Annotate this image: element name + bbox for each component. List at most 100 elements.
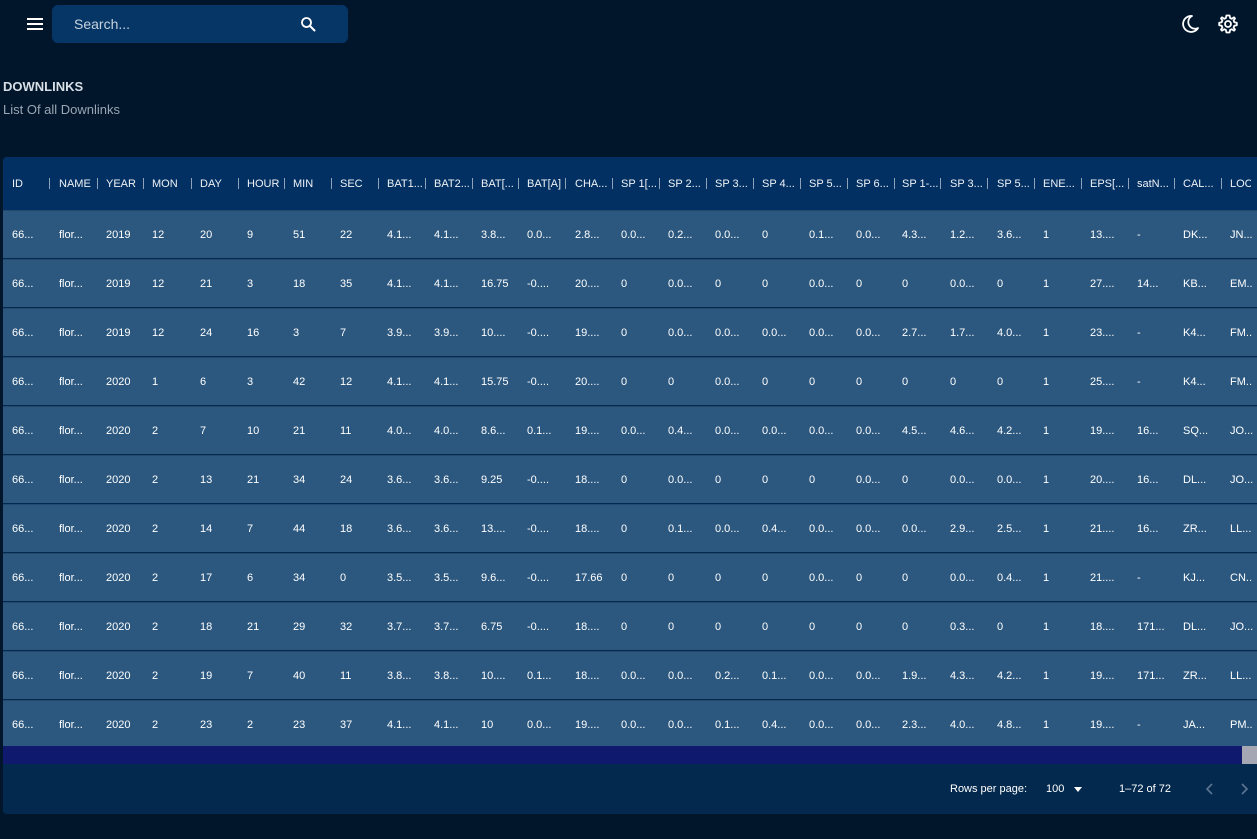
column-header[interactable]: YEAR xyxy=(106,157,146,210)
table-row[interactable]: 66... flor... 2019 12 21 3 18 35 4.1... 4.1... 16.… xyxy=(3,259,1257,307)
scrollbar-thumb[interactable] xyxy=(1242,746,1257,764)
table-cell: 4.1... xyxy=(434,718,459,731)
table-cell: 0 xyxy=(997,277,1004,290)
column-resize-handle[interactable] xyxy=(659,178,660,189)
column-resize-handle[interactable] xyxy=(472,178,473,189)
table-cell: 0.4... xyxy=(997,571,1022,584)
chevron-right-icon[interactable] xyxy=(1236,781,1252,797)
column-resize-handle[interactable] xyxy=(1081,178,1082,189)
column-header[interactable]: NAME xyxy=(59,157,100,210)
column-resize-handle[interactable] xyxy=(1221,178,1222,189)
table-header: ID NAME YEAR MON DAY HOUR MIN SEC BAT1... BAT2...… xyxy=(3,157,1257,210)
column-resize-handle[interactable] xyxy=(987,178,988,189)
table-row[interactable]: 66... flor... 2020 2 19 7 40 11 3.8... 3.8... 10..… xyxy=(3,651,1257,699)
table-cell: 11 xyxy=(340,669,352,682)
table-cell: 21.... xyxy=(1090,522,1115,535)
column-resize-handle[interactable] xyxy=(1174,178,1175,189)
column-header[interactable]: BAT[... xyxy=(481,157,521,210)
column-resize-handle[interactable] xyxy=(894,178,895,189)
table-cell: FM... xyxy=(1230,375,1253,388)
table-cell: 9.6... xyxy=(481,571,506,584)
chevron-left-icon[interactable] xyxy=(1202,781,1218,797)
table-row[interactable]: 66... flor... 2020 2 23 2 23 37 4.1... 4.1... 10 0.… xyxy=(3,700,1257,748)
table-cell: 0.2... xyxy=(715,669,740,682)
table-cell: 4.0... xyxy=(387,424,412,437)
table-cell: -0.... xyxy=(527,375,550,388)
search-icon[interactable] xyxy=(300,16,316,32)
column-resize-handle[interactable] xyxy=(565,178,566,189)
column-header[interactable]: BAT2... xyxy=(434,157,475,210)
table-row[interactable]: 66... flor... 2020 2 7 10 21 11 4.0... 4.0... 8.6.… xyxy=(3,406,1257,454)
table-cell: 21.... xyxy=(1090,571,1115,584)
column-resize-handle[interactable] xyxy=(706,178,707,189)
column-resize-handle[interactable] xyxy=(331,178,332,189)
column-header[interactable]: BAT1... xyxy=(387,157,428,210)
table-cell: 19.... xyxy=(575,718,600,731)
column-resize-handle[interactable] xyxy=(425,178,426,189)
table-cell: 0 xyxy=(621,571,628,584)
rows-per-page-select[interactable]: 100 xyxy=(1046,764,1083,814)
column-header[interactable]: DAY xyxy=(200,157,241,210)
table-cell: 20.... xyxy=(1090,473,1115,486)
column-resize-handle[interactable] xyxy=(800,178,801,189)
column-header[interactable]: ID xyxy=(12,157,53,210)
column-header[interactable]: SP 5... xyxy=(809,157,850,210)
menu-icon[interactable] xyxy=(24,13,46,35)
column-header[interactable]: BAT[A] xyxy=(527,157,569,210)
column-resize-handle[interactable] xyxy=(612,178,613,189)
column-header[interactable]: SP 3... xyxy=(950,157,991,210)
table-row[interactable]: 66... flor... 2020 2 18 21 29 32 3.7... 3.7... 6.7… xyxy=(3,602,1257,650)
table-cell: 0.0... xyxy=(668,277,693,290)
column-header[interactable]: HOUR xyxy=(247,157,287,210)
table-cell: 0.0... xyxy=(950,277,975,290)
column-header[interactable]: SP 2... xyxy=(668,157,709,210)
dark-mode-moon-icon[interactable] xyxy=(1179,13,1201,35)
column-resize-handle[interactable] xyxy=(191,178,192,189)
column-header[interactable]: CHA... xyxy=(575,157,615,210)
column-header[interactable]: ENE... xyxy=(1043,157,1084,210)
column-header[interactable]: EPS[... xyxy=(1090,157,1131,210)
column-header[interactable]: SP 1-... xyxy=(902,157,944,210)
column-header[interactable]: MON xyxy=(152,157,194,210)
gear-icon[interactable] xyxy=(1217,13,1239,35)
table-cell: - xyxy=(1137,326,1141,339)
table-row[interactable]: 66... flor... 2020 2 17 6 34 0 3.5... 3.5... 9.6..… xyxy=(3,553,1257,601)
table-cell: 0.0... xyxy=(762,326,787,339)
column-header[interactable]: SP 1[... xyxy=(621,157,662,210)
column-header[interactable]: MIN xyxy=(293,157,334,210)
column-resize-handle[interactable] xyxy=(847,178,848,189)
horizontal-scrollbar[interactable] xyxy=(3,746,1257,764)
column-header[interactable]: SP 4... xyxy=(762,157,803,210)
column-header[interactable]: SP 3... xyxy=(715,157,756,210)
column-resize-handle[interactable] xyxy=(940,178,941,189)
column-resize-handle[interactable] xyxy=(284,178,285,189)
column-header[interactable]: SP 6... xyxy=(856,157,896,210)
table-cell: PM... xyxy=(1230,718,1253,731)
table-row[interactable]: 66... flor... 2020 2 14 7 44 18 3.6... 3.6... 13..… xyxy=(3,504,1257,552)
table-cell: 0.4... xyxy=(762,522,787,535)
table-row[interactable]: 66... flor... 2020 1 6 3 42 12 4.1... 4.1... 15.75… xyxy=(3,357,1257,405)
table-cell: 7 xyxy=(200,424,207,437)
column-header[interactable]: satN... xyxy=(1137,157,1177,210)
column-resize-handle[interactable] xyxy=(97,178,98,189)
column-resize-handle[interactable] xyxy=(753,178,754,189)
column-resize-handle[interactable] xyxy=(518,178,519,189)
table-row[interactable]: 66... flor... 2019 12 20 9 51 22 4.1... 4.1... 3.8… xyxy=(3,210,1257,258)
table-cell: 0 xyxy=(902,571,909,584)
column-resize-handle[interactable] xyxy=(49,178,50,189)
table-row[interactable]: 66... flor... 2019 12 24 16 3 7 3.9... 3.9... 10..… xyxy=(3,308,1257,356)
table-cell: 9.25 xyxy=(481,473,503,486)
table-cell: KB... xyxy=(1183,277,1207,290)
column-resize-handle[interactable] xyxy=(378,178,379,189)
column-resize-handle[interactable] xyxy=(1128,178,1129,189)
column-resize-handle[interactable] xyxy=(1034,178,1035,189)
table-cell: 66... xyxy=(12,424,34,437)
table-row[interactable]: 66... flor... 2020 2 13 21 34 24 3.6... 3.6... 9.2… xyxy=(3,455,1257,503)
column-header[interactable]: CAL... xyxy=(1183,157,1224,210)
column-header[interactable]: SP 5... xyxy=(997,157,1037,210)
column-header[interactable]: LOC... xyxy=(1230,157,1251,210)
search-input[interactable] xyxy=(62,5,292,43)
column-resize-handle[interactable] xyxy=(143,178,144,189)
column-resize-handle[interactable] xyxy=(238,178,239,189)
column-header[interactable]: SEC xyxy=(340,157,381,210)
